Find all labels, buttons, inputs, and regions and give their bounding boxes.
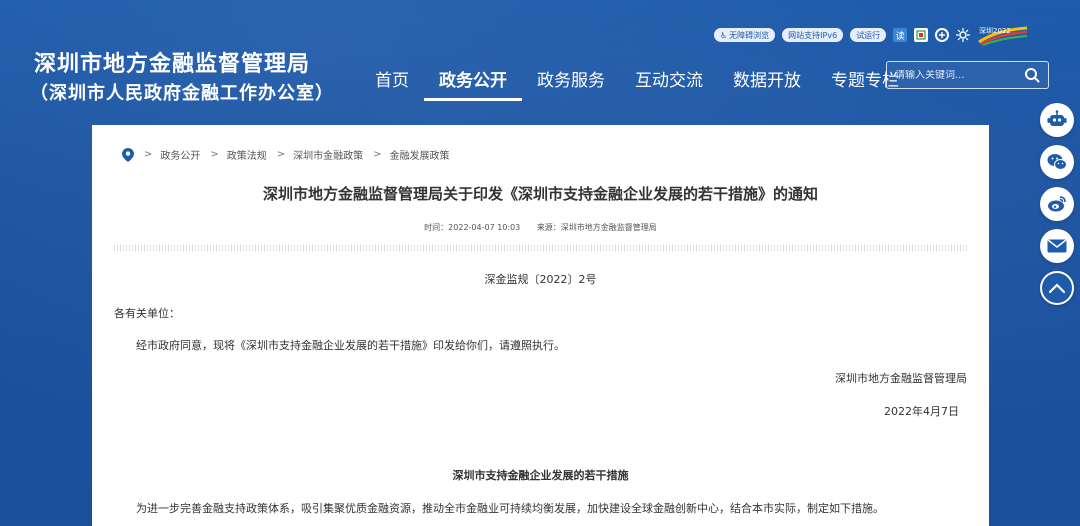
- document-number: 深金监规〔2022〕2号: [484, 273, 597, 286]
- accessibility-icon: ♿: [720, 30, 728, 40]
- city-logo: 深圳2022: [977, 24, 1029, 46]
- location-pin-icon: [122, 147, 134, 162]
- chevron-up-icon: [1048, 283, 1066, 294]
- breadcrumb-separator: >: [276, 149, 286, 160]
- weibo-icon: [1048, 196, 1066, 212]
- article-meta: 时间：2022-04-07 10:03 来源：深圳市地方金融监督管理局: [92, 222, 989, 233]
- breadcrumb-separator: >: [210, 149, 219, 160]
- publish-time: 时间：2022-04-07 10:03: [424, 223, 521, 232]
- article-panel: > 政务公开 > 政策法规 > 深圳市金融政策 > 金融发展政策 深圳市地方金融…: [92, 125, 989, 526]
- trial-badge[interactable]: 试运行: [850, 28, 887, 42]
- mail-icon: [1047, 239, 1067, 253]
- breadcrumb-separator: >: [144, 149, 153, 160]
- accessibility-mode-icon[interactable]: [935, 28, 950, 42]
- nav-home[interactable]: 首页: [360, 60, 424, 101]
- back-to-top-button[interactable]: [1040, 271, 1074, 305]
- search-input[interactable]: [895, 69, 1015, 81]
- issue-date: 2022年4月7日: [884, 405, 959, 418]
- robot-icon: [1047, 110, 1067, 126]
- nav-gov-affairs[interactable]: 政务公开: [424, 60, 522, 101]
- settings-icon[interactable]: [956, 28, 971, 42]
- article-title: 深圳市地方金融监督管理局关于印发《深圳市支持金融企业发展的若干措施》的通知: [262, 185, 818, 203]
- breadcrumb-separator: >: [373, 149, 382, 160]
- breadcrumb-item-policies[interactable]: 政策法规: [227, 147, 267, 162]
- site-title: 深圳市地方金融监督管理局: [34, 52, 311, 77]
- utility-bar: ♿ 无障碍浏览 网站支持IPv6 试运行 读 深圳2022: [714, 24, 1029, 46]
- site-subtitle: （深圳市人民政府金融工作办公室）: [30, 83, 334, 104]
- government-badge-icon[interactable]: [914, 28, 929, 42]
- main-nav: 首页 政务公开 政务服务 互动交流 数据开放 专题专栏: [360, 60, 914, 101]
- accessibility-button[interactable]: ♿ 无障碍浏览: [714, 28, 776, 42]
- wechat-button[interactable]: [1040, 145, 1074, 179]
- divider: [114, 245, 967, 251]
- signature: 深圳市地方金融监督管理局: [835, 372, 967, 385]
- breadcrumb-item-gov-affairs[interactable]: 政务公开: [160, 147, 200, 162]
- breadcrumb: > 政务公开 > 政策法规 > 深圳市金融政策 > 金融发展政策: [122, 147, 450, 162]
- body-paragraph: 经市政府同意，现将《深圳市支持金融企业发展的若干措施》印发给你们，请遵照执行。: [136, 339, 565, 352]
- section-title: 深圳市支持金融企业发展的若干措施: [452, 469, 629, 482]
- ipv6-badge[interactable]: 网站支持IPv6: [782, 28, 844, 42]
- nav-open-data[interactable]: 数据开放: [718, 60, 816, 101]
- city-logo-text: 深圳2022: [979, 26, 1011, 35]
- intro-paragraph: 为进一步完善金融支持政策体系，吸引集聚优质金融资源，推动全市金融业可持续均衡发展…: [136, 502, 884, 515]
- breadcrumb-item-finance-policy[interactable]: 深圳市金融政策: [293, 147, 363, 162]
- weibo-button[interactable]: [1040, 187, 1074, 221]
- nav-services[interactable]: 政务服务: [522, 60, 620, 101]
- robot-assistant-button[interactable]: [1040, 103, 1074, 137]
- accessibility-label: 无障碍浏览: [729, 30, 770, 40]
- search-box: [886, 61, 1049, 89]
- breadcrumb-item-development-policy[interactable]: 金融发展政策: [390, 147, 450, 162]
- search-icon[interactable]: [1024, 67, 1040, 83]
- mail-button[interactable]: [1040, 229, 1074, 263]
- nav-interaction[interactable]: 互动交流: [620, 60, 718, 101]
- read-aloud-icon[interactable]: 读: [893, 28, 908, 42]
- wechat-icon: [1047, 154, 1067, 170]
- floating-toolbar: [1040, 103, 1074, 305]
- salutation: 各有关单位：: [114, 307, 180, 320]
- article-source: 来源：深圳市地方金融监督管理局: [536, 223, 657, 232]
